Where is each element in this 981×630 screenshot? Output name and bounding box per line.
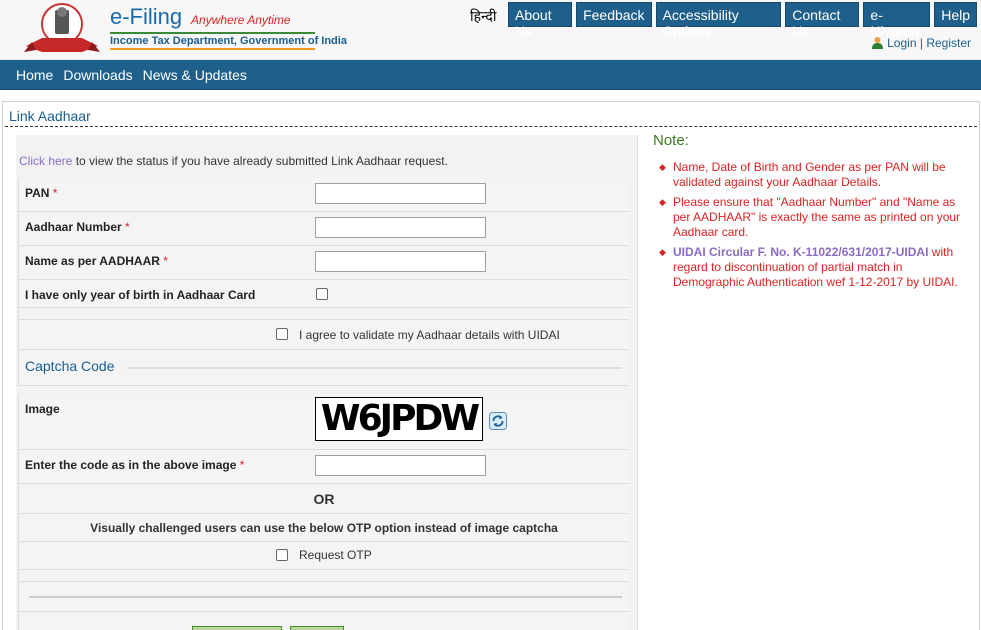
brand-tagline: Anywhere Anytime bbox=[191, 13, 291, 27]
captcha-legend-row: Captcha Code bbox=[18, 350, 628, 386]
bullet-icon: ◆ bbox=[659, 162, 666, 172]
user-icon bbox=[872, 37, 884, 49]
main-nav-news-updates[interactable]: News & Updates bbox=[143, 67, 247, 83]
nav-feedback[interactable]: Feedback bbox=[576, 2, 652, 27]
request-otp-label: Request OTP bbox=[299, 548, 372, 562]
required-mark: * bbox=[125, 220, 130, 234]
required-mark: * bbox=[239, 458, 245, 472]
note-title: Note: bbox=[653, 132, 689, 149]
bullet-icon: ◆ bbox=[659, 197, 666, 207]
visually-challenged-text: Visually challenged users can use the be… bbox=[90, 521, 558, 535]
status-text: to view the status if you have already s… bbox=[72, 154, 448, 168]
divider-row bbox=[18, 582, 628, 612]
page-title: Link Aadhaar bbox=[9, 108, 91, 124]
agree-checkbox[interactable] bbox=[276, 328, 288, 340]
main-nav: Home Downloads News & Updates bbox=[0, 60, 981, 90]
pan-label: PAN * bbox=[25, 186, 58, 200]
login-link[interactable]: Login bbox=[887, 36, 916, 50]
captcha-divider bbox=[127, 367, 622, 369]
status-click-here-link[interactable]: Click here bbox=[19, 154, 72, 168]
yob-label: I have only year of birth in Aadhaar Car… bbox=[25, 288, 256, 302]
page: e-Filing Anywhere Anytime Income Tax Dep… bbox=[0, 0, 981, 630]
spacer-row bbox=[18, 308, 628, 320]
aadhaar-row: Aadhaar Number * bbox=[18, 212, 628, 246]
register-link[interactable]: Register bbox=[926, 36, 971, 50]
image-label: Image bbox=[25, 402, 60, 416]
uidai-circular-link[interactable]: UIDAI Circular F. No. K-11022/631/2017-U… bbox=[673, 245, 928, 259]
emblem-logo[interactable] bbox=[22, 2, 102, 56]
content-panel: Link Aadhaar Click here to view the stat… bbox=[2, 101, 980, 630]
nav-help[interactable]: Help bbox=[934, 2, 977, 27]
name-as-per-aadhaar-input[interactable] bbox=[315, 251, 486, 272]
login-area: Login | Register bbox=[871, 36, 971, 50]
cancel-button[interactable] bbox=[290, 626, 344, 630]
captcha-image-row: Image W6JPDW bbox=[18, 394, 628, 450]
yob-row: I have only year of birth in Aadhaar Car… bbox=[18, 280, 628, 308]
nav-accessibility-options[interactable]: Accessibility Options bbox=[655, 2, 782, 39]
brand-department: Income Tax Department, Government of Ind… bbox=[110, 35, 347, 47]
enter-code-row: Enter the code as in the above image * bbox=[18, 450, 628, 484]
captcha-code-input[interactable] bbox=[315, 455, 486, 476]
status-message: Click here to view the status if you hav… bbox=[19, 154, 448, 168]
site-header: e-Filing Anywhere Anytime Income Tax Dep… bbox=[0, 0, 981, 60]
required-mark: * bbox=[52, 186, 58, 200]
note-item: ◆ Name, Date of Birth and Gender as per P… bbox=[659, 160, 946, 189]
note-item: ◆ Please ensure that "Aadhaar Number" and… bbox=[659, 195, 961, 239]
submit-button[interactable] bbox=[192, 626, 282, 630]
name-label: Name as per AADHAAR * bbox=[25, 254, 168, 268]
or-row: OR bbox=[18, 484, 628, 514]
hindi-language-link[interactable]: हिन्दी bbox=[470, 7, 496, 26]
nav-e-nivaran[interactable]: e-Nivaran bbox=[863, 2, 931, 39]
main-nav-home[interactable]: Home bbox=[16, 67, 53, 83]
required-mark: * bbox=[163, 254, 168, 268]
refresh-icon[interactable] bbox=[489, 412, 507, 430]
yob-checkbox[interactable] bbox=[316, 288, 328, 300]
aadhaar-number-input[interactable] bbox=[315, 217, 486, 238]
pan-row: PAN * bbox=[18, 178, 628, 212]
brand-title: e-Filing bbox=[110, 4, 183, 29]
visual-row: Visually challenged users can use the be… bbox=[18, 514, 628, 542]
agree-label: I agree to validate my Aadhaar details w… bbox=[299, 328, 560, 342]
main-nav-downloads[interactable]: Downloads bbox=[63, 67, 132, 83]
action-row bbox=[18, 612, 628, 630]
form-divider bbox=[29, 596, 622, 598]
or-text: OR bbox=[313, 491, 335, 507]
spacer-row bbox=[18, 570, 628, 582]
agree-row: I agree to validate my Aadhaar details w… bbox=[18, 320, 628, 350]
title-divider bbox=[5, 126, 977, 127]
otp-row: Request OTP bbox=[18, 542, 628, 570]
pan-input[interactable] bbox=[315, 183, 486, 204]
bullet-icon: ◆ bbox=[659, 247, 666, 257]
enter-code-label: Enter the code as in the above image * bbox=[25, 458, 245, 472]
brand-divider-green bbox=[110, 32, 315, 34]
aadhaar-label: Aadhaar Number * bbox=[25, 220, 130, 234]
nav-contact-us[interactable]: Contact Us bbox=[785, 2, 860, 39]
name-row: Name as per AADHAAR * bbox=[18, 246, 628, 280]
captcha-image: W6JPDW bbox=[315, 397, 483, 441]
nav-about-us[interactable]: About Us bbox=[508, 2, 573, 39]
top-nav: About Us Feedback Accessibility Options … bbox=[508, 2, 981, 39]
brand-divider-orange bbox=[110, 48, 315, 50]
note-item: ◆ UIDAI Circular F. No. K-11022/631/2017-… bbox=[659, 245, 958, 289]
captcha-legend: Captcha Code bbox=[25, 358, 119, 374]
request-otp-checkbox[interactable] bbox=[276, 549, 288, 561]
login-separator: | bbox=[919, 36, 923, 50]
note-list: ◆ Name, Date of Birth and Gender as per P… bbox=[657, 160, 967, 295]
